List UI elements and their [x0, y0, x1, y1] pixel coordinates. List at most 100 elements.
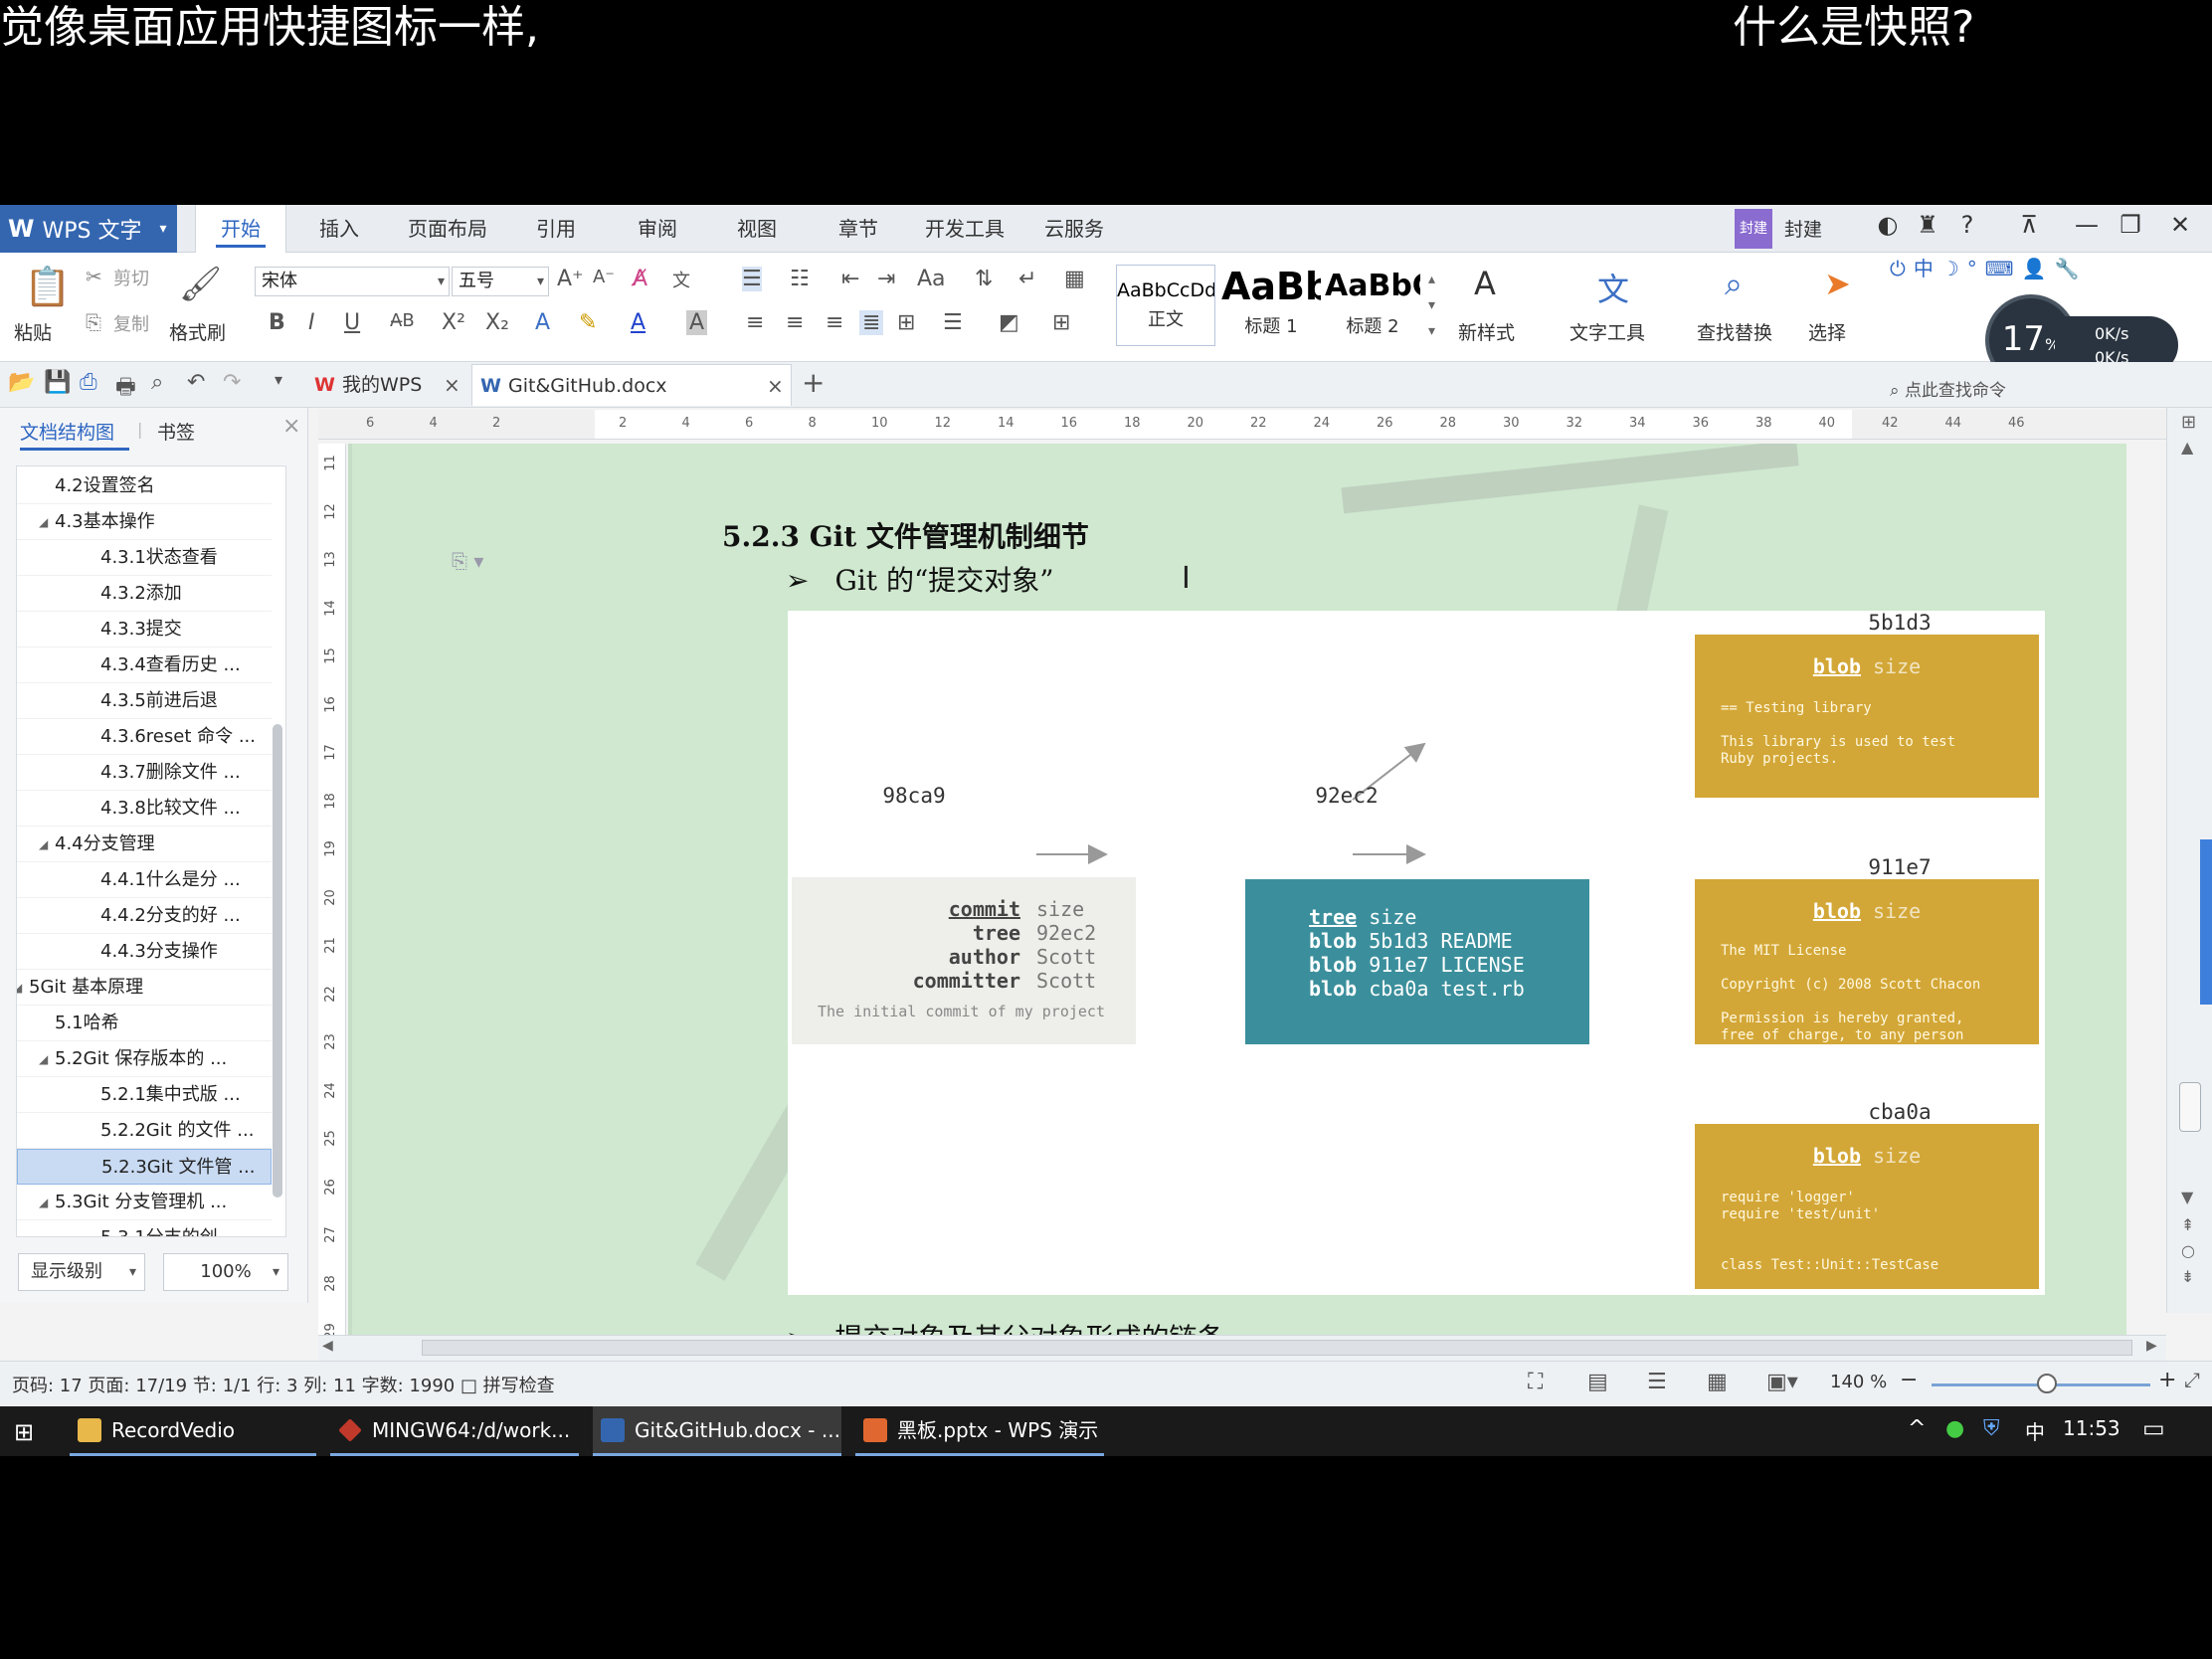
prev-page-icon[interactable]: ⇞ [2181, 1215, 2194, 1234]
collapse-arrow-icon[interactable]: ◢ [39, 827, 48, 861]
outline-item[interactable]: 4.3.4查看历史 ... [17, 647, 272, 683]
text-tools-button[interactable]: 文字工具 [1569, 318, 1645, 345]
taskbar-item-wps-writer[interactable]: Git&GitHub.docx - ... [593, 1406, 841, 1456]
paragraph-layout-icon[interactable]: ⎘ ▾ [452, 549, 483, 573]
close-pane-icon[interactable]: × [282, 414, 300, 439]
taskbar-item-wps-presentation[interactable]: 黑板.pptx - WPS 演示 [855, 1406, 1104, 1456]
text-effect-icon[interactable]: A [535, 310, 550, 335]
sort-icon[interactable]: ⇅ [975, 267, 993, 291]
zoom-in-icon[interactable]: + [2158, 1368, 2176, 1392]
bold-icon[interactable]: B [269, 310, 285, 335]
collapse-arrow-icon[interactable]: ◢ [39, 1185, 48, 1219]
horizontal-scroll-thumb[interactable] [422, 1340, 2132, 1356]
menu-tab-chapter[interactable]: 章节 [824, 205, 893, 253]
outline-item[interactable]: 5.2.1集中式版 ... [17, 1077, 272, 1113]
find-replace-icon[interactable]: ⌕ [1725, 265, 1743, 303]
zoom-out-icon[interactable]: − [1900, 1368, 1918, 1392]
font-size-select[interactable]: 五号 [452, 267, 549, 296]
outline-item[interactable]: ◢ 4.3基本操作 [17, 504, 272, 540]
new-style-button[interactable]: 新样式 [1458, 318, 1515, 345]
grow-font-icon[interactable]: A⁺ [557, 267, 584, 291]
help-icon[interactable]: ? [1949, 211, 1985, 239]
distribute-icon[interactable]: ⊞ [897, 310, 915, 335]
skin-icon[interactable]: ◐ [1870, 211, 1906, 239]
scroll-up-icon[interactable]: ▲ [2181, 438, 2193, 457]
open-folder-icon[interactable]: 📂 [8, 370, 35, 395]
vertical-ruler[interactable]: 11 12 13 14 15 16 17 18 19 20 21 22 23 24 25 26 27 28 29 [318, 444, 346, 1335]
tray-app-icon[interactable]: ● [1945, 1416, 1964, 1441]
align-right-icon[interactable]: ≡ [826, 310, 843, 335]
outline-scrollbar[interactable] [273, 724, 282, 1198]
outline-zoom-dropdown[interactable]: 100% [163, 1253, 288, 1291]
ime-toolbar[interactable]: ⏻中☽°⌨👤🔧 [1890, 253, 2087, 281]
paste-icon[interactable]: 📋 [24, 265, 71, 309]
outline-item[interactable]: 4.2设置签名 [17, 468, 272, 504]
copy-icon[interactable]: ⎘ [86, 310, 101, 334]
outline-item[interactable]: 5.1哈希 [17, 1006, 272, 1041]
decrease-indent-icon[interactable]: ⇤ [841, 267, 859, 291]
next-page-icon[interactable]: ⇟ [2181, 1267, 2194, 1286]
outline-view-icon[interactable]: ☰ [1647, 1370, 1667, 1394]
reading-view-icon[interactable]: ▣▾ [1766, 1370, 1798, 1394]
subscript-icon[interactable]: X₂ [485, 310, 509, 335]
page-view-icon[interactable]: ▤ [1587, 1370, 1608, 1394]
outline-item[interactable]: 5.2.2Git 的文件 ... [17, 1113, 272, 1149]
print-preview-icon[interactable]: ⌕ [151, 370, 163, 395]
outline-item[interactable]: 5.3.1分支的创 ... [17, 1220, 272, 1236]
menu-tab-view[interactable]: 视图 [722, 205, 792, 253]
find-replace-button[interactable]: 查找替换 [1697, 318, 1772, 345]
outline-item[interactable]: 4.3.8比较文件 ... [17, 791, 272, 827]
ime-indicator[interactable]: 中 [2025, 1416, 2045, 1445]
outline-item[interactable]: 4.3.2添加 [17, 576, 272, 612]
scroll-down-icon[interactable]: ▼ [2181, 1188, 2193, 1206]
tab-git-github-docx[interactable]: W Git&GitHub.docx × [471, 364, 792, 406]
restore-icon[interactable]: ❐ [2113, 211, 2148, 239]
menu-tab-home[interactable]: 开始 [195, 205, 286, 254]
styles-scroll-icon[interactable]: ▴ ▾ ▾ [1428, 267, 1435, 344]
outline-item[interactable]: 4.3.6reset 命令 ... [17, 719, 272, 755]
command-search[interactable]: ⌕ 点此查找命令 [1890, 376, 2006, 401]
outline-item[interactable]: 4.3.3提交 [17, 612, 272, 647]
clock[interactable]: 11:53 [2063, 1416, 2120, 1440]
underline-icon[interactable]: U [344, 310, 360, 335]
copy-button[interactable]: 复制 [113, 310, 149, 336]
outline-item[interactable]: ◢ 5.2Git 保存版本的 ... [17, 1041, 272, 1077]
save-icon[interactable]: 💾 [44, 370, 71, 395]
scroll-options-icon[interactable]: ⊞ [2181, 412, 2196, 433]
brush-icon[interactable]: 🖌 [179, 265, 222, 304]
style-heading-1[interactable]: AaBb 标题 1 [1221, 265, 1321, 346]
new-style-icon[interactable]: A [1474, 265, 1496, 302]
align-center-icon[interactable]: ≡ [786, 310, 804, 335]
select-button[interactable]: 选择 [1808, 318, 1846, 345]
document-page[interactable]: ⎘ ▾ 5.2.3 Git 文件管理机制细节 ➢ Git 的“提交对象” I 98… [352, 444, 2126, 1335]
collapse-arrow-icon[interactable]: ◢ [39, 1041, 48, 1076]
justify-icon[interactable]: ≣ [859, 310, 884, 335]
taskbar-item-recordvedio[interactable]: RecordVedio [70, 1406, 316, 1456]
outline-item[interactable]: 4.3.1状态查看 [17, 540, 272, 576]
superscript-icon[interactable]: X² [442, 310, 465, 335]
outline-item[interactable]: 4.4.3分支操作 [17, 934, 272, 970]
show-marks-icon[interactable]: ↵ [1018, 267, 1036, 291]
web-view-icon[interactable]: ▦ [1707, 1370, 1728, 1394]
close-tab-icon[interactable]: × [444, 364, 461, 406]
fullscreen-icon[interactable]: ⊼ [2011, 211, 2047, 239]
outline-item[interactable]: 4.3.5前进后退 [17, 683, 272, 719]
shading-icon[interactable]: ◩ [999, 310, 1019, 335]
fullscreen-view-icon[interactable]: ⛶ [1528, 1370, 1543, 1394]
numbered-list-icon[interactable]: ☷ [790, 267, 810, 291]
fit-page-icon[interactable]: ⤢ [2184, 1368, 2200, 1391]
quick-access-dropdown-icon[interactable]: ▾ [275, 370, 282, 389]
shirt-icon[interactable]: ♜ [1910, 211, 1945, 239]
cut-button[interactable]: 剪切 [113, 265, 149, 290]
notification-icon[interactable]: ▭ [2142, 1414, 2165, 1442]
vertical-scroll-thumb[interactable] [2179, 1082, 2201, 1132]
display-level-dropdown[interactable]: 显示级别 [18, 1253, 145, 1291]
tab-bookmarks[interactable]: 书签 [157, 418, 195, 445]
paste-button[interactable]: 粘贴 [14, 318, 52, 345]
tab-document-outline[interactable]: 文档结构图 [20, 418, 114, 445]
tray-shield-icon[interactable]: ⛨ [1983, 1416, 2000, 1441]
outline-item[interactable]: 4.3.7删除文件 ... [17, 755, 272, 791]
outline-item[interactable]: ◢ 4.4分支管理 [17, 827, 272, 862]
zoom-level[interactable]: 140 % [1830, 1372, 1887, 1392]
horizontal-ruler[interactable]: 6 4 2 2 4 6 8 10 12 14 16 18 20 22 24 26 28 30 32 34 36 38 40 4… [318, 410, 2178, 440]
